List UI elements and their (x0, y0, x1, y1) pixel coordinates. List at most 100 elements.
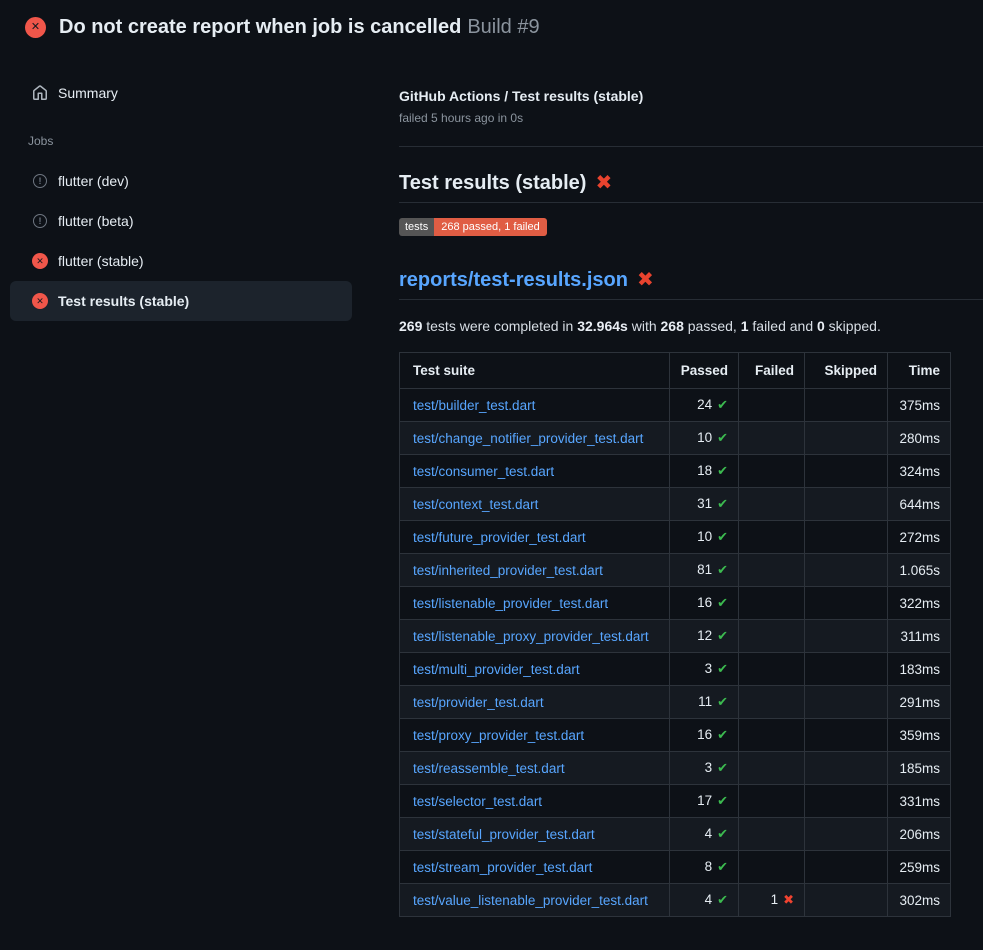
build-header: ✕ Do not create report when job is cance… (0, 0, 983, 56)
test-suite-link[interactable]: test/change_notifier_provider_test.dart (413, 431, 643, 446)
passed-cell: 10✔ (670, 521, 739, 554)
table-row: test/proxy_provider_test.dart 16✔ 359ms (400, 719, 951, 752)
table-row: test/multi_provider_test.dart 3✔ 183ms (400, 653, 951, 686)
col-header-passed: Passed (670, 353, 739, 389)
table-header-row: Test suite Passed Failed Skipped Time (400, 353, 951, 389)
passed-count: 4 (705, 892, 713, 907)
check-icon: ✔ (717, 892, 728, 907)
test-suite-link[interactable]: test/context_test.dart (413, 497, 538, 512)
passed-count: 10 (697, 430, 712, 445)
test-suite-link[interactable]: test/stateful_provider_test.dart (413, 827, 595, 842)
col-header-skipped: Skipped (805, 353, 888, 389)
check-icon: ✔ (717, 397, 728, 412)
col-header-time: Time (888, 353, 951, 389)
skipped-cell (805, 851, 888, 884)
check-icon: ✔ (717, 760, 728, 775)
sidebar-item-flutter-beta-[interactable]: ! flutter (beta) (10, 201, 352, 241)
time-cell: 331ms (888, 785, 951, 818)
breadcrumb: GitHub Actions / Test results (stable) (399, 88, 643, 104)
passed-cell: 4✔ (670, 884, 739, 917)
time-cell: 311ms (888, 620, 951, 653)
skipped-cell (805, 620, 888, 653)
skipped-cell (805, 422, 888, 455)
test-suite-link[interactable]: test/reassemble_test.dart (413, 761, 565, 776)
table-row: test/listenable_provider_test.dart 16✔ 3… (400, 587, 951, 620)
test-suite-link[interactable]: test/inherited_provider_test.dart (413, 563, 603, 578)
passed-count: 17 (697, 793, 712, 808)
test-suite-link[interactable]: test/listenable_proxy_provider_test.dart (413, 629, 649, 644)
time-cell: 272ms (888, 521, 951, 554)
test-suite-link[interactable]: test/multi_provider_test.dart (413, 662, 580, 677)
report-file-link[interactable]: reports/test-results.json (399, 268, 628, 292)
failed-cell (739, 719, 805, 752)
failed-cell (739, 521, 805, 554)
passed-cell: 10✔ (670, 422, 739, 455)
failed-circle-x-icon: ✕ (32, 253, 48, 269)
passed-count: 10 (697, 529, 712, 544)
passed-count: 4 (705, 826, 713, 841)
passed-cell: 16✔ (670, 587, 739, 620)
table-row: test/inherited_provider_test.dart 81✔ 1.… (400, 554, 951, 587)
passed-cell: 16✔ (670, 719, 739, 752)
time-cell: 322ms (888, 587, 951, 620)
passed-cell: 3✔ (670, 752, 739, 785)
passed-cell: 17✔ (670, 785, 739, 818)
test-suite-link[interactable]: test/selector_test.dart (413, 794, 542, 809)
home-icon (32, 85, 48, 101)
report-heading: reports/test-results.json ✖ (399, 268, 983, 300)
sidebar: Summary Jobs ! flutter (dev) ! flutter (… (0, 60, 390, 950)
sidebar-item-flutter-dev-[interactable]: ! flutter (dev) (10, 161, 352, 201)
test-suite-link[interactable]: test/future_provider_test.dart (413, 530, 586, 545)
test-suite-link[interactable]: test/provider_test.dart (413, 695, 544, 710)
page-title: Do not create report when job is cancell… (59, 16, 540, 39)
test-suite-link[interactable]: test/value_listenable_provider_test.dart (413, 893, 648, 908)
build-number: Build #9 (467, 16, 539, 38)
table-row: test/change_notifier_provider_test.dart … (400, 422, 951, 455)
test-suite-link[interactable]: test/proxy_provider_test.dart (413, 728, 584, 743)
passed-cell: 8✔ (670, 851, 739, 884)
test-suite-link[interactable]: test/stream_provider_test.dart (413, 860, 592, 875)
time-cell: 259ms (888, 851, 951, 884)
skipped-cell (805, 752, 888, 785)
passed-cell: 12 ✔ (670, 620, 739, 653)
failed-cell (739, 389, 805, 422)
sidebar-item-summary[interactable]: Summary (10, 73, 352, 113)
check-icon: ✔ (717, 628, 728, 643)
failed-cell (739, 620, 805, 653)
failed-x-icon: ✖ (637, 268, 654, 292)
section-heading: Test results (stable) ✖ (399, 171, 983, 203)
time-cell: 185ms (888, 752, 951, 785)
failed-cell (739, 818, 805, 851)
sidebar-item-flutter-stable-[interactable]: ✕ flutter (stable) (10, 241, 352, 281)
passed-count: 3 (705, 760, 713, 775)
skipped-cell (805, 554, 888, 587)
test-suite-link[interactable]: test/consumer_test.dart (413, 464, 554, 479)
check-icon: ✔ (717, 694, 728, 709)
time-cell: 291ms (888, 686, 951, 719)
passed-count: 24 (697, 397, 712, 412)
summary-sentence: 269 tests were completed in 32.964s with… (399, 317, 881, 335)
failed-circle-x-icon: ✕ (25, 17, 46, 38)
table-row: test/future_provider_test.dart 10✔ 272ms (400, 521, 951, 554)
test-suite-link[interactable]: test/listenable_provider_test.dart (413, 596, 608, 611)
table-row: test/reassemble_test.dart 3✔ 185ms (400, 752, 951, 785)
test-suite-link[interactable]: test/builder_test.dart (413, 398, 535, 413)
time-cell: 375ms (888, 389, 951, 422)
passed-cell: 3✔ (670, 653, 739, 686)
passed-cell: 4✔ (670, 818, 739, 851)
table-row: test/builder_test.dart 24 ✔ 375ms (400, 389, 951, 422)
skipped-cell (805, 587, 888, 620)
passed-cell: 11✔ (670, 686, 739, 719)
time-cell: 1.065s (888, 554, 951, 587)
neutral-exclamation-icon: ! (33, 214, 47, 228)
run-status-text: failed 5 hours ago in 0s (399, 111, 523, 125)
passed-cell: 31✔ (670, 488, 739, 521)
sidebar-summary-label: Summary (58, 85, 118, 101)
time-cell: 302ms (888, 884, 951, 917)
table-row: test/value_listenable_provider_test.dart… (400, 884, 951, 917)
build-title-text: Do not create report when job is cancell… (59, 16, 461, 38)
col-header-failed: Failed (739, 353, 805, 389)
passed-count: 12 (697, 628, 712, 643)
passed-count: 81 (697, 562, 712, 577)
sidebar-item-test-results-stable-[interactable]: ✕ Test results (stable) (10, 281, 352, 321)
